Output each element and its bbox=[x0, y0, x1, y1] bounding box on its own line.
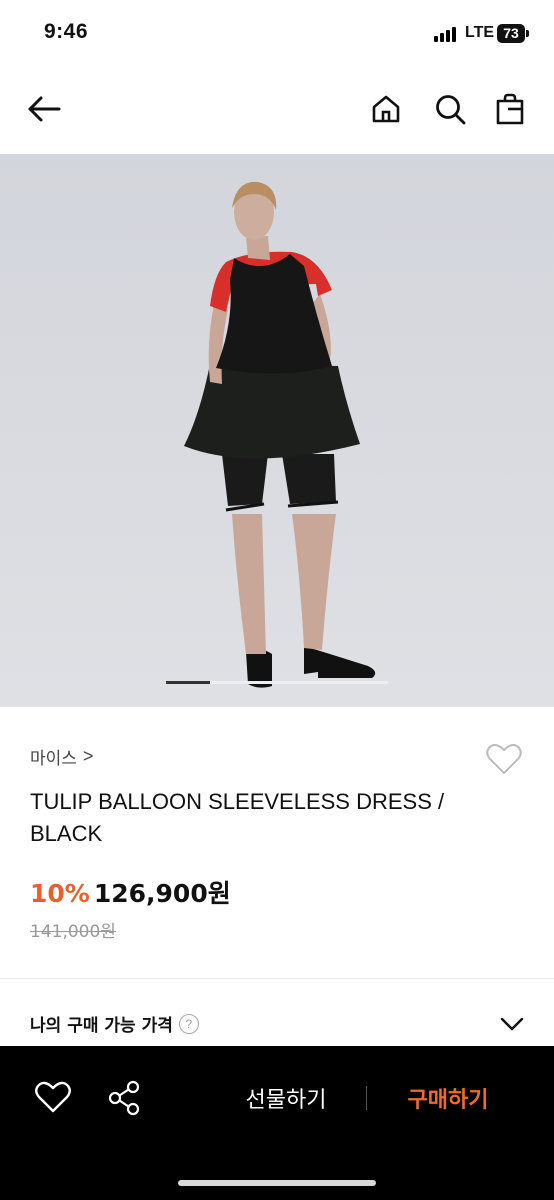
section-divider bbox=[0, 978, 554, 979]
product-title: TULIP BALLOON SLEEVELESS DRESS / BLACK bbox=[30, 789, 445, 846]
home-indicator[interactable] bbox=[178, 1180, 376, 1186]
nav-bar bbox=[0, 64, 554, 154]
heart-icon bbox=[486, 744, 522, 774]
original-price: 141,000원 bbox=[30, 922, 116, 942]
chevron-down-icon bbox=[500, 1017, 524, 1031]
cart-button[interactable] bbox=[488, 87, 532, 131]
shopping-bag-icon bbox=[496, 93, 524, 125]
gallery-progress bbox=[166, 681, 388, 684]
home-button[interactable] bbox=[364, 87, 408, 131]
product-image-gallery[interactable] bbox=[0, 154, 554, 707]
help-icon[interactable]: ? bbox=[178, 1013, 199, 1034]
home-icon bbox=[372, 95, 400, 123]
arrow-left-icon bbox=[28, 96, 61, 122]
battery-icon: 73 bbox=[497, 24, 525, 43]
sale-price: 126,900원 bbox=[93, 879, 231, 908]
back-button[interactable] bbox=[22, 87, 66, 131]
status-time: 9:46 bbox=[44, 20, 89, 43]
price-row: 10% 126,900원 bbox=[30, 874, 231, 910]
status-bar: 9:46 LTE 73 bbox=[0, 0, 554, 64]
bottom-action-bar: 선물하기 구매하기 bbox=[0, 1046, 554, 1200]
heart-icon bbox=[35, 1081, 71, 1113]
gallery-progress-fill bbox=[166, 681, 211, 684]
gift-button[interactable]: 선물하기 bbox=[226, 1078, 346, 1118]
search-button[interactable] bbox=[428, 87, 472, 131]
search-icon bbox=[436, 95, 466, 125]
brand-name: 마이스 bbox=[30, 749, 77, 769]
brand-link[interactable]: 마이스 > bbox=[30, 744, 93, 769]
discount-rate: 10% bbox=[30, 879, 90, 908]
network-label: LTE bbox=[465, 24, 495, 41]
my-price-label: 나의 구매 가능 가격 bbox=[30, 1016, 173, 1036]
like-button[interactable] bbox=[484, 739, 524, 779]
product-photo bbox=[0, 154, 554, 707]
chevron-right-icon: > bbox=[82, 746, 94, 766]
share-icon bbox=[108, 1080, 140, 1116]
button-separator bbox=[366, 1086, 367, 1110]
buy-button[interactable]: 구매하기 bbox=[388, 1078, 508, 1118]
expand-button[interactable] bbox=[496, 1008, 528, 1040]
share-button[interactable] bbox=[104, 1078, 144, 1118]
wishlist-button[interactable] bbox=[33, 1078, 73, 1118]
my-price-toggle[interactable]: 나의 구매 가능 가격 ? bbox=[30, 1011, 199, 1036]
signal-icon bbox=[434, 26, 460, 42]
battery-cap bbox=[526, 30, 529, 37]
battery-level: 73 bbox=[503, 25, 519, 41]
